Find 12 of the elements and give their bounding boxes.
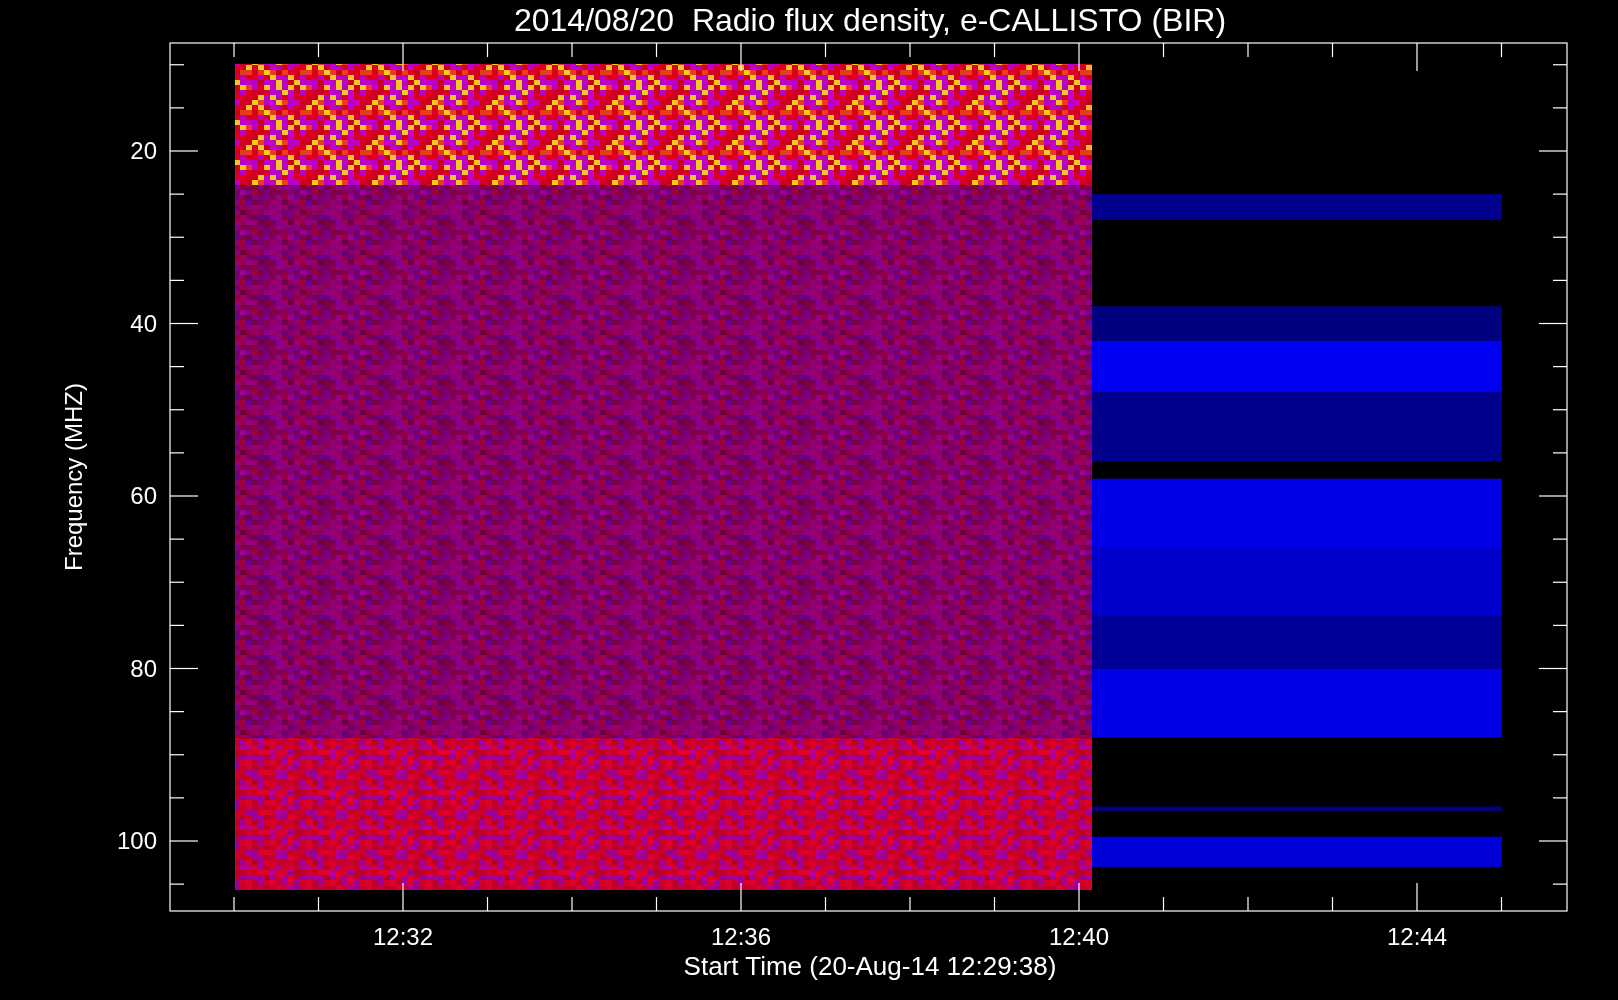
x-axis-label: Start Time (20-Aug-14 12:29:38)	[683, 951, 1057, 981]
x-tick-label: 12:44	[1386, 923, 1448, 950]
x-tick-label: 12:36	[710, 923, 772, 950]
x-tick-label: 12:32	[372, 923, 434, 950]
y-tick-label: 60	[130, 482, 157, 509]
x-tick-label: 12:40	[1048, 923, 1110, 950]
y-tick-label: 20	[130, 137, 157, 164]
chart-title: 2014/08/20 Radio flux density, e-CALLISTO (BIR)	[513, 2, 1227, 38]
y-axis-label: Frequency (MHZ)	[60, 383, 87, 571]
y-tick-label: 80	[130, 654, 157, 682]
y-tick-label: 40	[130, 309, 157, 337]
y-tick-label: 100	[116, 827, 157, 854]
